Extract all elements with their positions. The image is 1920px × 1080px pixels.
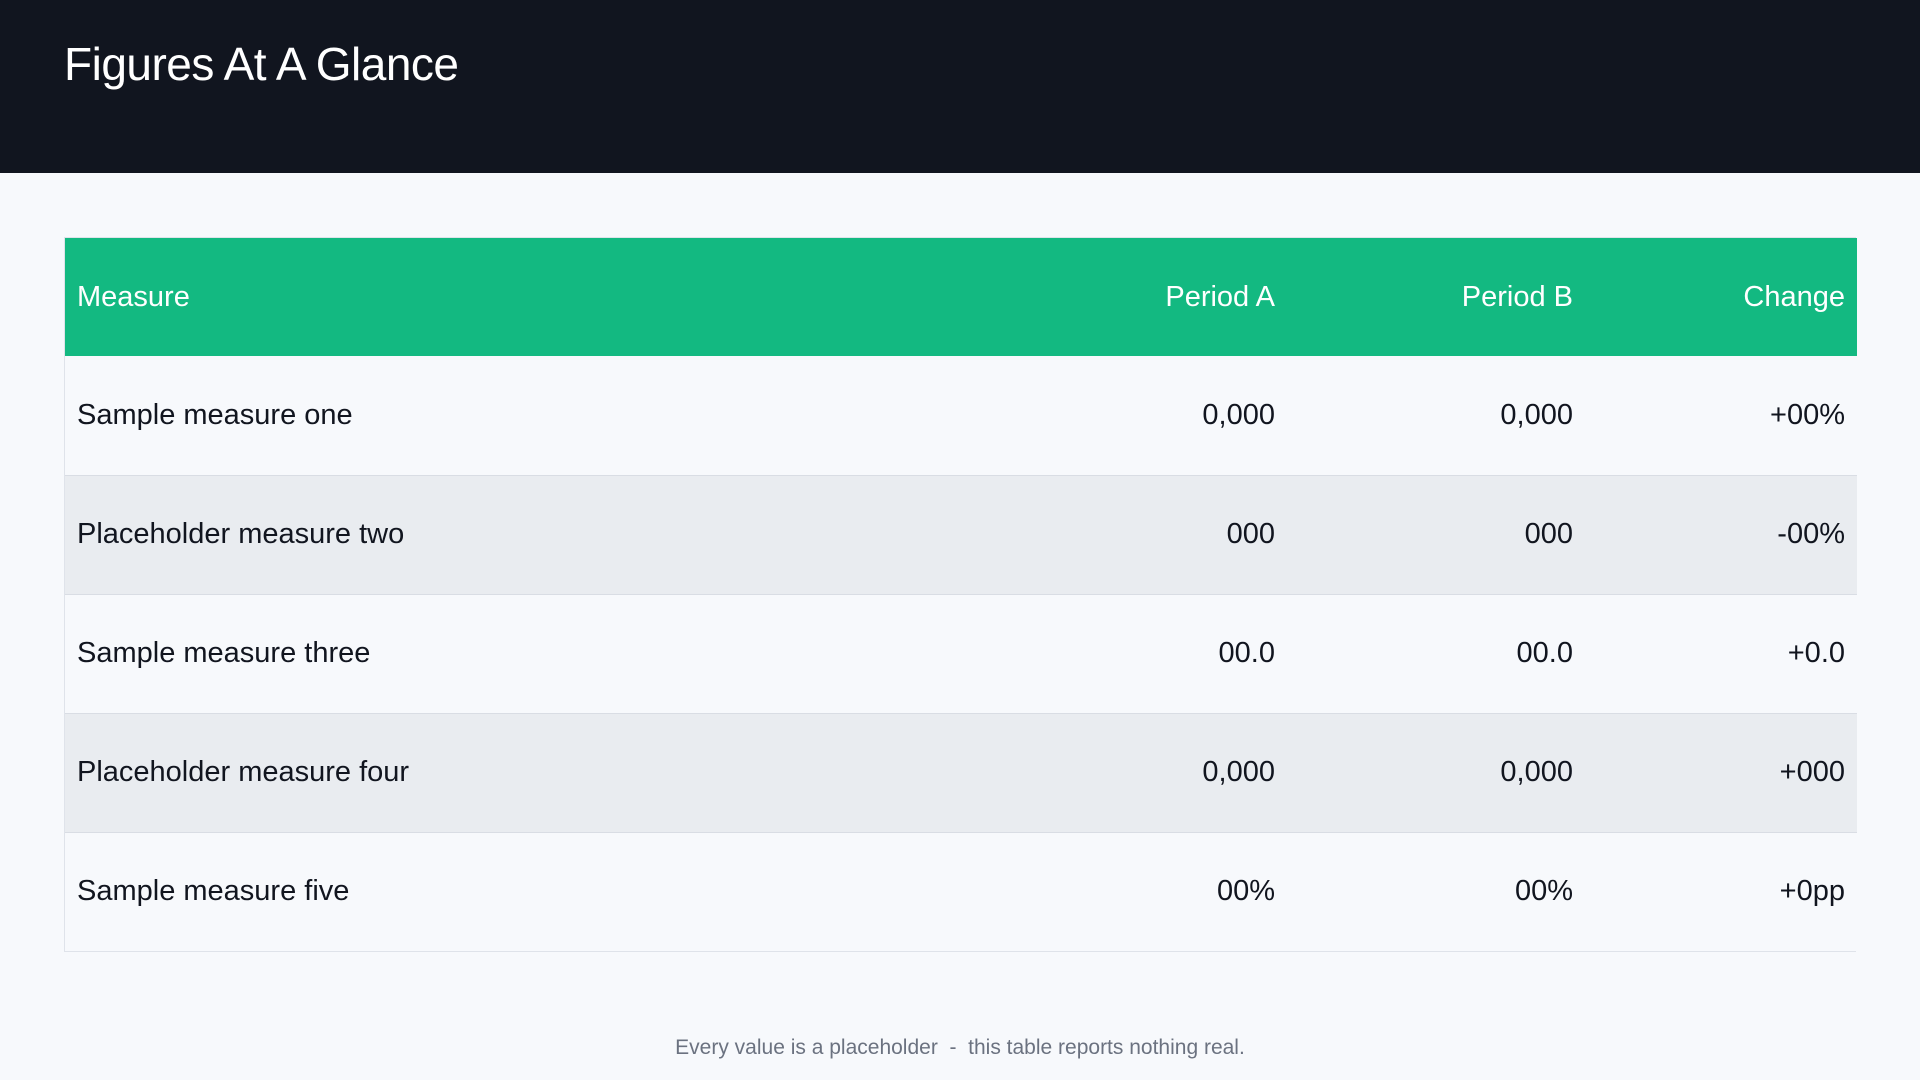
figures-table: Measure Period A Period B Change Sample … [65,238,1857,951]
table-row: Sample measure five 00% 00% +0pp [65,832,1857,951]
footnote: Every value is a placeholder - this tabl… [675,1036,1245,1059]
measure-cell: Placeholder measure two [77,518,405,550]
period-a-cell: 0,000 [1202,756,1275,788]
period-b-cell: 0,000 [1500,398,1573,431]
period-a-cell: 0,000 [1202,398,1275,431]
change-cell: +0.0 [1787,637,1845,669]
figures-table-container: Measure Period A Period B Change Sample … [64,237,1857,952]
measure-cell: Sample measure one [77,398,353,431]
column-header-measure: Measure [77,280,190,313]
period-b-cell: 00.0 [1516,637,1573,669]
table-row: Sample measure one 0,000 0,000 +00% [65,356,1857,475]
page-header: Figures At A Glance [0,0,1920,173]
period-b-cell: 000 [1524,518,1573,550]
change-cell: -00% [1777,518,1845,550]
table-row: Sample measure three 00.0 00.0 +0.0 [65,594,1857,713]
change-cell: +00% [1770,398,1845,431]
table-row: Placeholder measure two 000 000 -00% [65,475,1857,594]
period-a-cell: 00.0 [1218,637,1275,669]
period-b-cell: 00% [1514,875,1573,908]
period-a-cell: 000 [1226,518,1275,550]
period-a-cell: 00% [1216,875,1275,908]
table-header-row: Measure Period A Period B Change [65,238,1857,356]
measure-cell: Sample measure three [77,637,371,669]
period-b-cell: 0,000 [1500,756,1573,788]
table-row: Placeholder measure four 0,000 0,000 +00… [65,713,1857,832]
column-header-change: Change [1743,280,1845,313]
change-cell: +0pp [1779,875,1845,908]
column-header-period-b: Period B [1461,280,1573,313]
change-cell: +000 [1779,756,1845,788]
table-header: Measure Period A Period B Change [65,238,1857,356]
measure-cell: Sample measure five [77,875,350,908]
column-header-period-a: Period A [1165,280,1275,313]
table-body: Sample measure one 0,000 0,000 +00% Plac… [65,356,1857,951]
measure-cell: Placeholder measure four [77,756,410,788]
page-title: Figures At A Glance [64,38,459,90]
